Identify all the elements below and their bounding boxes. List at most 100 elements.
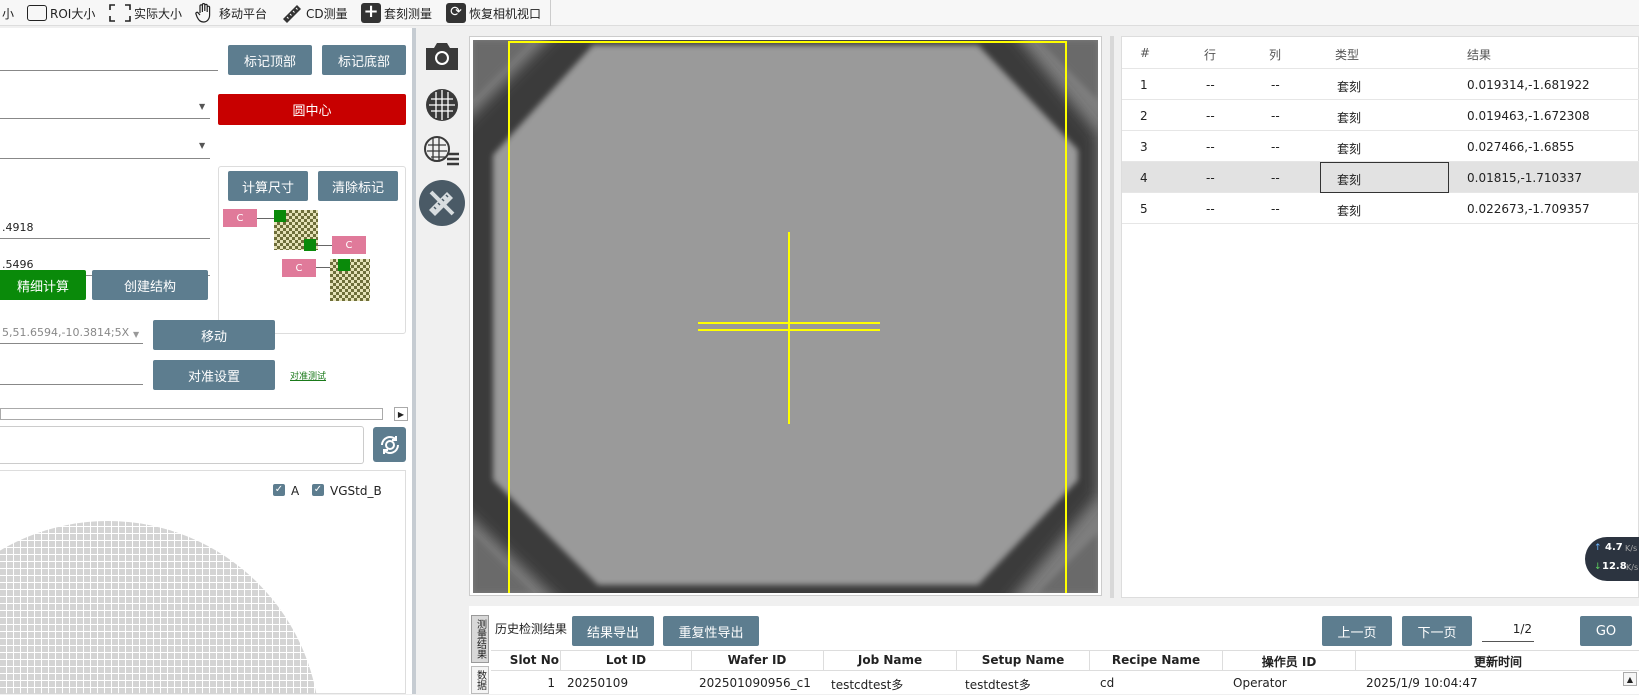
cell-col: -- [1271, 171, 1280, 185]
wafer-map[interactable] [0, 471, 406, 695]
col-wafer-id: Wafer ID [727, 653, 787, 667]
tab-data[interactable]: 数据 [471, 666, 489, 694]
toolbar-label: CD测量 [306, 6, 348, 21]
chevron-down-icon[interactable]: ▼ [199, 102, 205, 111]
toolbar-label: 套刻测量 [384, 6, 433, 21]
result-row[interactable]: 4 -- -- 套刻 0.01815,-1.710337 [1122, 162, 1639, 193]
align-test-link[interactable]: 对准测试 [290, 369, 326, 382]
grid-list-icon[interactable] [423, 134, 461, 170]
go-button[interactable]: GO [1580, 616, 1632, 646]
actual-size-tool[interactable]: 实际大小 [109, 2, 182, 24]
result-row[interactable]: 3 -- -- 套刻 0.027466,-1.6855 [1122, 131, 1639, 162]
top-toolbar: 小 ROI大小 实际大小 移动平台 CD测量 + 套刻测量 ⟳ 恢复相机视口 [0, 0, 1639, 26]
restore-camera-tool[interactable]: ⟳ 恢复相机视口 [446, 2, 541, 24]
cell-col: -- [1271, 78, 1280, 92]
col-divider [1355, 651, 1356, 671]
camera-image[interactable] [473, 40, 1098, 593]
calc-size-button[interactable]: 计算尺寸 [228, 171, 308, 201]
circle-center-button[interactable]: 圆中心 [218, 94, 406, 125]
zoom-out-tool[interactable]: 小 [2, 2, 14, 24]
align-field[interactable] [0, 384, 143, 385]
text-field-1[interactable] [0, 70, 218, 71]
col-job-name: Job Name [857, 653, 923, 667]
splitter-2[interactable] [1110, 36, 1114, 598]
result-row[interactable]: 2 -- -- 套刻 0.019463,-1.672308 [1122, 100, 1639, 131]
diagram-c-label: C [223, 209, 257, 227]
ruler-pencil-icon [429, 190, 455, 216]
col-divider [956, 651, 957, 671]
toolbar-label: ROI大小 [50, 6, 96, 21]
col-slot-no: Slot No [509, 653, 559, 667]
diagram-green-marker [338, 259, 350, 271]
diagram-c-label: C [332, 236, 366, 254]
scroll-right-arrow-icon[interactable]: ▶ [394, 407, 408, 421]
col-header-type: 类型 [1335, 48, 1360, 62]
select-1[interactable] [0, 118, 210, 119]
cell-result: 0.022673,-1.709357 [1467, 202, 1590, 216]
diagram-c-label: C [282, 259, 316, 277]
cell-type: 套刻 [1337, 111, 1362, 125]
camera-icon[interactable] [423, 40, 461, 72]
refresh-settings-button[interactable] [373, 427, 406, 462]
network-speed-widget[interactable]: ↑ 4.7 K/s ↓ 12.8 K/s [1585, 537, 1639, 581]
col-header-result: 结果 [1467, 48, 1492, 62]
cd-measure-tool[interactable]: CD测量 [281, 2, 348, 24]
history-table-row[interactable]: 1 20250109 202501090956_c1 testcdtest多 t… [491, 672, 1639, 694]
move-button[interactable]: 移动 [153, 320, 275, 350]
cell-lot: 20250109 [567, 676, 629, 690]
chevron-down-icon[interactable]: ▼ [199, 141, 205, 150]
clear-marks-button[interactable]: 清除标记 [318, 171, 398, 201]
mark-top-button[interactable]: 标记顶部 [228, 45, 312, 75]
cell-row: -- [1206, 78, 1215, 92]
overlay-measure-tool[interactable]: + 套刻测量 [361, 2, 432, 24]
export-results-button[interactable]: 结果导出 [572, 616, 654, 646]
camera-view-frame [469, 36, 1102, 596]
col-operator-id: 操作员 ID [1261, 655, 1317, 669]
export-repeatability-button[interactable]: 重复性导出 [663, 616, 759, 646]
page-input[interactable]: 1/2 [1482, 622, 1534, 642]
col-divider [1222, 651, 1223, 671]
cell-result: 0.019314,-1.681922 [1467, 78, 1590, 92]
actual-size-icon [109, 4, 131, 22]
col-header-no: # [1140, 46, 1151, 60]
result-row[interactable]: 5 -- -- 套刻 0.022673,-1.709357 [1122, 193, 1639, 224]
diagram-connector [257, 218, 275, 219]
cell-slot: 1 [547, 676, 555, 690]
history-table-header: Slot No Lot ID Wafer ID Job Name Setup N… [491, 651, 1639, 671]
measure-tool-button[interactable] [419, 180, 465, 226]
results-header: # 行 列 类型 结果 [1122, 37, 1639, 69]
grid-icon[interactable] [423, 86, 461, 124]
result-row[interactable]: 1 -- -- 套刻 0.019314,-1.681922 [1122, 69, 1639, 100]
col-divider [1089, 651, 1090, 671]
cell-setup: testdtest多 [965, 678, 1031, 692]
position-field[interactable]: 5,51.6594,-10.3814;5X [0, 326, 143, 344]
value-field-1[interactable]: .4918 [0, 221, 210, 239]
move-stage-tool[interactable]: 移动平台 [194, 2, 267, 24]
cell-result: 0.019463,-1.672308 [1467, 109, 1590, 123]
diagram-green-marker [304, 239, 316, 251]
roi-size-tool[interactable]: ROI大小 [27, 2, 95, 24]
prev-page-button[interactable]: 上一页 [1322, 616, 1392, 646]
diagram-connector [316, 245, 332, 246]
text-area[interactable] [0, 426, 364, 464]
splitter[interactable] [412, 28, 416, 694]
cell-col: -- [1271, 140, 1280, 154]
history-title: 历史检测结果 [495, 622, 568, 636]
tab-measure-results[interactable]: 测量结果 [471, 615, 489, 663]
create-structure-button[interactable]: 创建结构 [92, 270, 208, 300]
col-setup-name: Setup Name [981, 653, 1065, 667]
select-2[interactable] [0, 158, 210, 159]
fine-calc-button[interactable]: 精细计算 [0, 270, 86, 300]
chevron-down-icon[interactable]: ▼ [133, 330, 139, 339]
next-page-button[interactable]: 下一页 [1402, 616, 1472, 646]
upload-speed: 4.7 [1605, 542, 1623, 553]
cell-recipe: cd [1100, 676, 1115, 690]
col-divider [691, 651, 692, 671]
cell-row: -- [1206, 171, 1215, 185]
cell-no: 3 [1140, 140, 1148, 154]
horizontal-scrollbar[interactable] [0, 408, 383, 420]
align-settings-button[interactable]: 对准设置 [153, 360, 275, 390]
mark-bottom-button[interactable]: 标记底部 [322, 45, 406, 75]
cell-no: 4 [1140, 171, 1148, 185]
scroll-up-arrow-icon[interactable]: ▲ [1623, 672, 1637, 686]
